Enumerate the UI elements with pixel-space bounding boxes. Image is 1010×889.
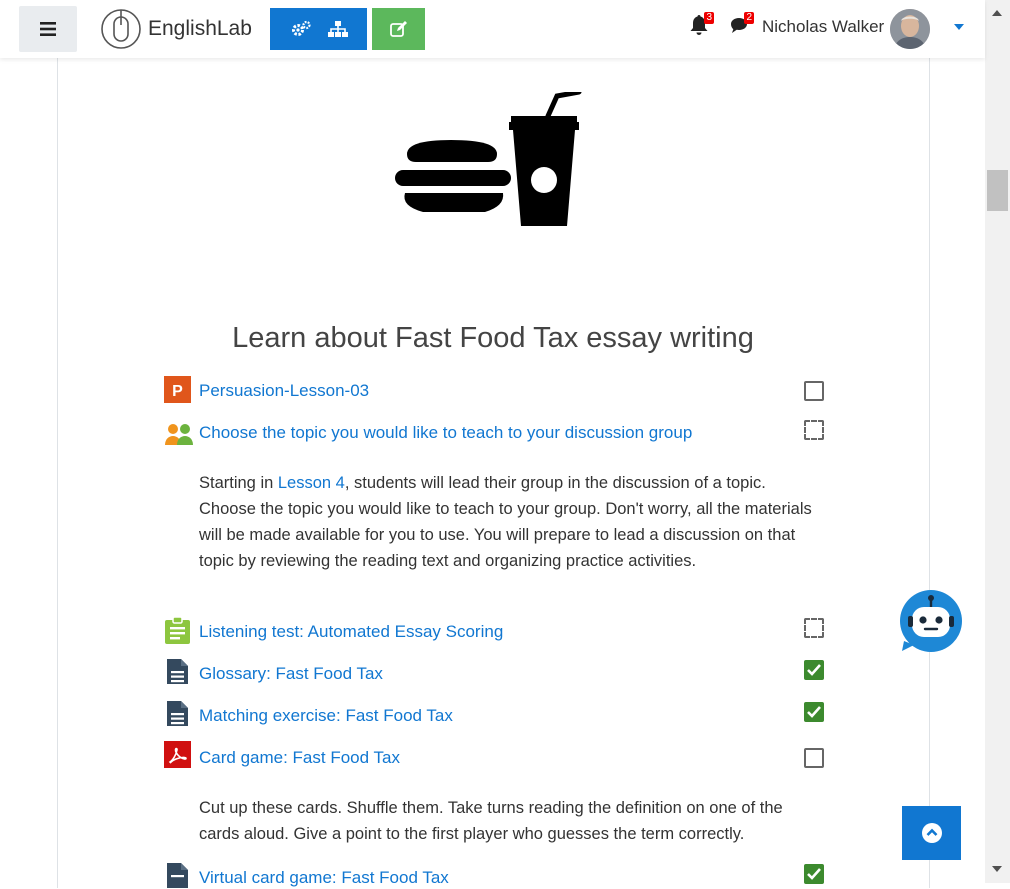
- scroll-up-arrow-icon[interactable]: [992, 10, 1002, 16]
- messages-button[interactable]: 2: [729, 12, 754, 38]
- cogs-icon[interactable]: [290, 20, 312, 38]
- assignment-icon: [165, 617, 190, 644]
- completion-checked-icon[interactable]: [804, 864, 824, 884]
- mouse-logo-icon: [101, 9, 141, 49]
- description-text: Starting in: [199, 474, 278, 492]
- scrollbar-thumb[interactable]: [987, 170, 1008, 211]
- presentation-icon: P: [164, 376, 191, 403]
- user-name[interactable]: Nicholas Walker: [762, 17, 884, 37]
- pdf-icon: [164, 741, 191, 768]
- messages-badge: 2: [744, 12, 754, 24]
- notifications-badge: 3: [704, 12, 714, 24]
- avatar[interactable]: [890, 9, 930, 49]
- back-to-top-button[interactable]: [902, 806, 961, 860]
- activity-link-matching-exercise[interactable]: Matching exercise: Fast Food Tax: [199, 706, 453, 726]
- document-icon: [167, 863, 188, 888]
- completion-auto-indicator: [804, 420, 824, 440]
- document-icon: [167, 701, 188, 726]
- notifications-button[interactable]: 3: [689, 12, 714, 38]
- chatbot-button[interactable]: [898, 589, 962, 653]
- sitemap-icon[interactable]: [327, 20, 348, 38]
- activity-link-virtual-card-game[interactable]: Virtual card game: Fast Food Tax: [199, 868, 449, 888]
- activity-link-choose-topic[interactable]: Choose the topic you would like to teach…: [199, 423, 692, 443]
- activity-link-listening-test[interactable]: Listening test: Automated Essay Scoring: [199, 622, 503, 642]
- top-navbar: EnglishLab 3 2 Nicholas Walker: [0, 0, 985, 58]
- completion-checked-icon[interactable]: [804, 702, 824, 722]
- admin-tools-button-group: [270, 8, 367, 50]
- activity-description-card-game: Cut up these cards. Shuffle them. Take t…: [199, 799, 783, 843]
- burger-and-drink-icon: [395, 92, 582, 226]
- svg-text:P: P: [172, 383, 183, 400]
- document-icon: [167, 659, 188, 684]
- edit-icon: [389, 21, 407, 37]
- scroll-down-arrow-icon[interactable]: [992, 866, 1002, 872]
- edit-mode-button[interactable]: [372, 8, 425, 50]
- group-choice-icon: [165, 424, 193, 445]
- brand-name: EnglishLab: [148, 17, 252, 40]
- activity-description-choose-topic: Starting in Lesson 4, students will lead…: [199, 470, 819, 574]
- hamburger-icon: [40, 22, 56, 36]
- chevron-up-circle-icon: [921, 823, 942, 843]
- activity-link-glossary[interactable]: Glossary: Fast Food Tax: [199, 664, 383, 684]
- page-scrollbar[interactable]: [985, 0, 1010, 883]
- activity-link-persuasion-lesson[interactable]: Persuasion-Lesson-03: [199, 381, 369, 401]
- user-menu-caret-icon[interactable]: [954, 24, 964, 30]
- completion-checkbox[interactable]: [804, 381, 824, 401]
- completion-checkbox[interactable]: [804, 748, 824, 768]
- lesson-4-link[interactable]: Lesson 4: [278, 474, 345, 492]
- activity-link-card-game[interactable]: Card game: Fast Food Tax: [199, 748, 400, 768]
- completion-checked-icon[interactable]: [804, 660, 824, 680]
- menu-toggle-button[interactable]: [19, 6, 77, 52]
- completion-auto-indicator: [804, 618, 824, 638]
- site-brand[interactable]: EnglishLab: [100, 8, 252, 50]
- user-photo-icon: [890, 9, 930, 49]
- section-title: Learn about Fast Food Tax essay writing: [232, 322, 754, 354]
